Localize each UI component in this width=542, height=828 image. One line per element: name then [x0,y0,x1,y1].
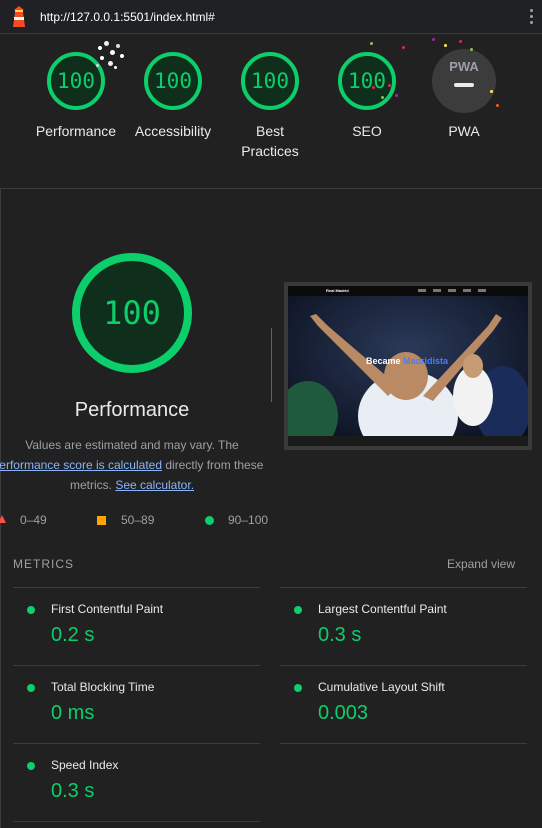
metric-cumulative-layout-shift: Cumulative Layout Shift 0.003 [280,665,527,743]
score-gauge: 100 [338,52,396,110]
pwa-dash-icon [454,83,474,87]
gauge-performance[interactable]: 100 Performance [31,52,121,141]
metric-label: First Contentful Paint [51,602,164,616]
metrics-heading: METRICS [13,557,74,571]
screenshot-heading: Became Madridista [366,356,448,366]
legend-average: 50–89 [121,513,155,527]
metric-divider [280,743,527,744]
screenshot-nav-link [448,289,456,292]
pass-dot-icon [294,606,302,614]
heading-part: Became [366,356,404,366]
note-metrics-text: metrics. [69,478,116,492]
screenshot-artwork [288,286,528,446]
expand-view-button[interactable]: Expand view [447,557,515,571]
screenshot-image: Real Madrid Became Madridista [288,286,528,446]
score-gauge: 100 [47,52,105,110]
heading-highlight: Madridista [403,356,449,366]
vertical-separator [271,328,272,402]
metric-value: 0.3 s [318,624,362,646]
metric-value: 0 ms [51,702,95,724]
pwa-badge-text: PWA [449,59,479,74]
screenshot-brand: Real Madrid [326,288,349,293]
gauge-label: Performance [35,123,117,139]
pass-dot-icon [294,684,302,692]
left-border [0,188,1,828]
gauge-seo[interactable]: 100 SEO [322,52,412,141]
metric-value: 0.3 s [51,780,95,802]
performance-title: Performance [74,399,190,421]
see-calculator-link[interactable]: See calculator. [115,478,194,492]
metric-first-contentful-paint: First Contentful Paint 0.2 s [13,587,260,665]
gauge-accessibility[interactable]: 100 Accessibility [128,52,218,141]
screenshot-nav-link [463,289,471,292]
note-mid-text: directly from these [162,458,264,472]
screenshot-nav-link [418,289,426,292]
metric-label: Cumulative Layout Shift [318,680,445,694]
pass-dot-icon [27,684,35,692]
metric-bottom-divider [13,821,260,822]
final-screenshot-thumbnail[interactable]: Real Madrid Became Madridista [284,282,532,450]
pass-dot-icon [27,606,35,614]
metric-total-blocking-time: Total Blocking Time 0 ms [13,665,260,743]
url-text: http://127.0.0.1:5501/index.html# [40,10,215,24]
metric-label: Largest Contentful Paint [318,602,447,616]
gauge-label: SEO [352,123,382,139]
legend-pass: 90–100 [228,513,269,527]
gauge-label: Best Practices [241,123,299,159]
more-menu-icon[interactable] [530,9,534,25]
gauge-pwa[interactable]: PWA PWA [419,49,509,141]
metric-speed-index: Speed Index 0.3 s [13,743,260,821]
gauge-label: PWA [448,123,480,139]
score-gauge: 100 [241,52,299,110]
score-note: Values are estimated and may vary. The p… [0,435,264,495]
metric-label: Total Blocking Time [51,680,155,694]
performance-score-link[interactable]: performance score is calculated [0,458,162,472]
legend-fail: 0–49 [20,513,47,527]
metric-largest-contentful-paint: Largest Contentful Paint 0.3 s [280,587,527,665]
screenshot-nav-link [478,289,486,292]
gauge-label: Accessibility [134,123,212,139]
score-gauge: 100 [144,52,202,110]
metric-value: 0.003 [318,702,369,724]
top-bar: http://127.0.0.1:5501/index.html# [0,0,542,34]
metric-value: 0.2 s [51,624,95,646]
pass-circle-icon [205,516,214,525]
average-square-icon [97,516,106,525]
screenshot-nav-link [433,289,441,292]
lighthouse-logo-icon [13,6,25,27]
screenshot-nav: Real Madrid [288,286,528,296]
pass-dot-icon [27,762,35,770]
performance-score-gauge: 100 [72,253,192,373]
category-gauges: 100 Performance 100 Accessibility 100 Be… [0,34,542,189]
gauge-best-practices[interactable]: 100 Best Practices [225,52,315,161]
note-line-1: Values are estimated and may vary. The [25,438,239,452]
note-line-2: performance score is calculated directly… [0,455,264,475]
pwa-badge: PWA [432,49,496,113]
note-line-3: metrics. See calculator. [0,475,264,495]
metric-label: Speed Index [51,758,119,772]
fail-triangle-icon [0,515,6,523]
